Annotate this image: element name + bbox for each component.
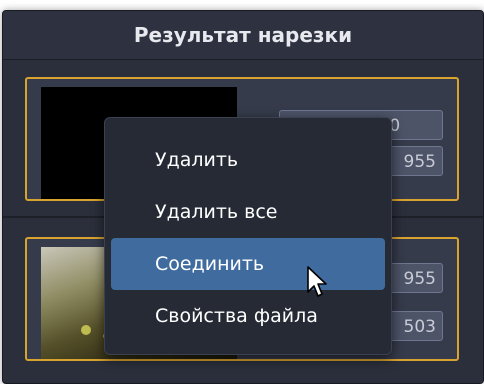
context-menu: Удалить Удалить все Соединить Свойства ф… — [104, 117, 392, 355]
menu-item-delete[interactable]: Удалить — [111, 134, 385, 186]
mouse-pointer-icon — [307, 266, 327, 297]
panel-title: Результат нарезки — [3, 11, 483, 60]
menu-item-join[interactable]: Соединить — [111, 238, 385, 290]
menu-item-file-properties[interactable]: Свойства файла — [111, 290, 385, 342]
menu-item-delete-all[interactable]: Удалить все — [111, 186, 385, 238]
